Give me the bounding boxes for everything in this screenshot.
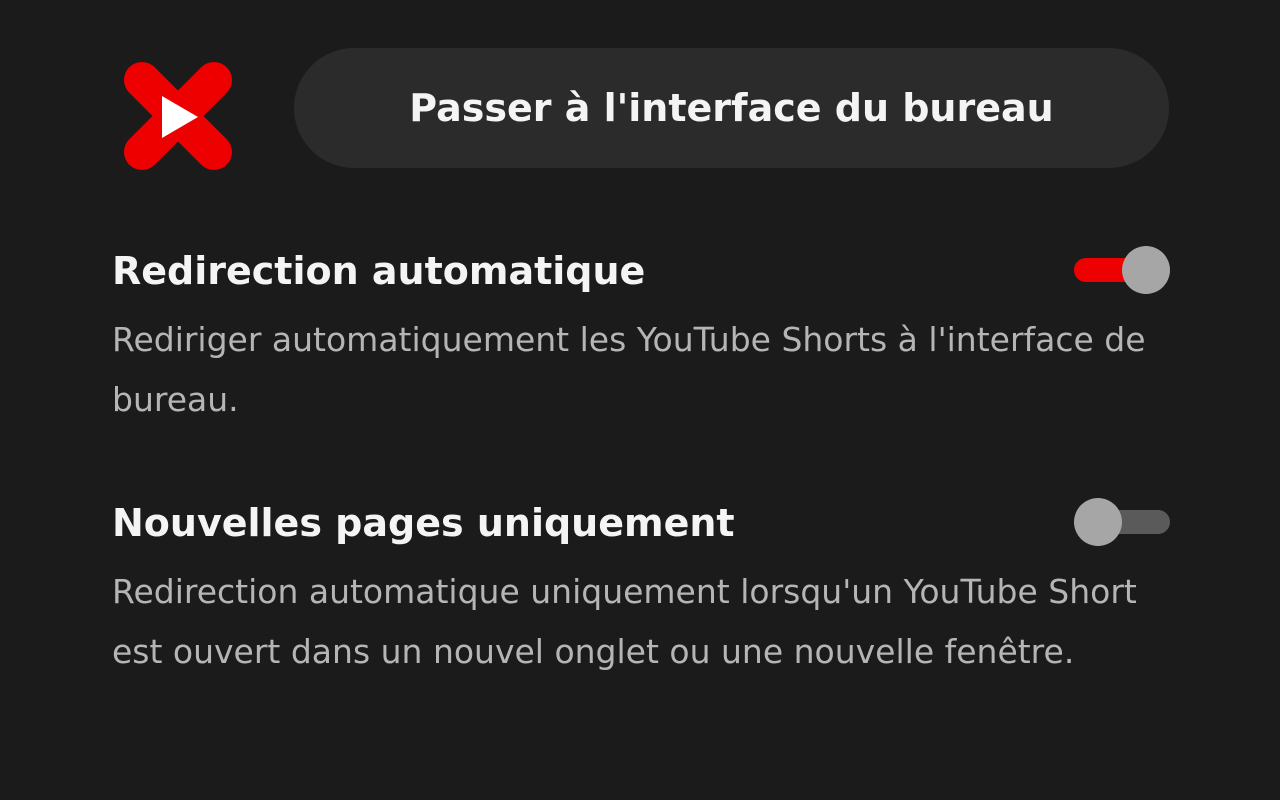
toggle-knob xyxy=(1122,246,1170,294)
switch-to-desktop-button[interactable]: Passer à l'interface du bureau xyxy=(294,48,1169,168)
setting-description: Rediriger automatiquement les YouTube Sh… xyxy=(112,320,1146,419)
new-pages-only-toggle[interactable] xyxy=(1074,498,1170,546)
setting-title: Redirection automatique xyxy=(112,249,646,293)
setting-new-pages-only: Nouvelles pages uniquement Redirection a… xyxy=(112,498,1170,682)
shorts-redirect-logo-icon xyxy=(124,62,232,170)
setting-title: Nouvelles pages uniquement xyxy=(112,501,735,545)
setting-description: Redirection automatique uniquement lorsq… xyxy=(112,572,1137,671)
setting-auto-redirect: Redirection automatique Rediriger automa… xyxy=(112,246,1170,430)
auto-redirect-toggle[interactable] xyxy=(1074,246,1170,294)
toggle-knob xyxy=(1074,498,1122,546)
